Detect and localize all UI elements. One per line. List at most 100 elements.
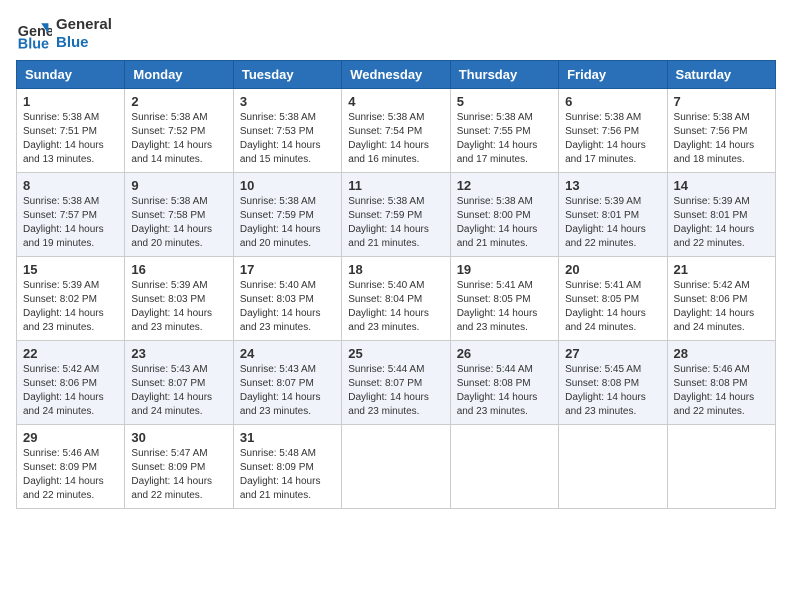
day-number: 1 (23, 94, 118, 109)
day-info: Sunrise: 5:47 AMSunset: 8:09 PMDaylight:… (131, 447, 226, 503)
empty-cell (342, 425, 450, 509)
day-number: 10 (240, 178, 335, 193)
day-header-wednesday: Wednesday (342, 61, 450, 89)
day-cell-17: 17 Sunrise: 5:40 AMSunset: 8:03 PMDayligh… (233, 257, 341, 341)
day-cell-4: 4 Sunrise: 5:38 AMSunset: 7:54 PMDaylight… (342, 89, 450, 173)
calendar-header-row: SundayMondayTuesdayWednesdayThursdayFrid… (17, 61, 776, 89)
day-number: 23 (131, 346, 226, 361)
day-number: 17 (240, 262, 335, 277)
day-number: 26 (457, 346, 552, 361)
day-cell-24: 24 Sunrise: 5:43 AMSunset: 8:07 PMDayligh… (233, 341, 341, 425)
day-cell-2: 2 Sunrise: 5:38 AMSunset: 7:52 PMDaylight… (125, 89, 233, 173)
day-info: Sunrise: 5:39 AMSunset: 8:01 PMDaylight:… (565, 195, 660, 251)
header: General Blue General Blue (16, 16, 776, 52)
day-info: Sunrise: 5:46 AMSunset: 8:08 PMDaylight:… (674, 363, 769, 419)
day-number: 4 (348, 94, 443, 109)
day-cell-13: 13 Sunrise: 5:39 AMSunset: 8:01 PMDayligh… (559, 173, 667, 257)
day-cell-30: 30 Sunrise: 5:47 AMSunset: 8:09 PMDayligh… (125, 425, 233, 509)
day-number: 19 (457, 262, 552, 277)
week-row-0: 1 Sunrise: 5:38 AMSunset: 7:51 PMDaylight… (17, 89, 776, 173)
day-header-friday: Friday (559, 61, 667, 89)
logo-icon: General Blue (16, 16, 52, 52)
day-number: 20 (565, 262, 660, 277)
day-number: 11 (348, 178, 443, 193)
day-number: 3 (240, 94, 335, 109)
day-cell-29: 29Sunrise: 5:46 AMSunset: 8:09 PMDayligh… (17, 425, 125, 509)
day-number: 14 (674, 178, 769, 193)
day-info: Sunrise: 5:39 AMSunset: 8:03 PMDaylight:… (131, 279, 226, 335)
day-cell-3: 3 Sunrise: 5:38 AMSunset: 7:53 PMDaylight… (233, 89, 341, 173)
day-number: 16 (131, 262, 226, 277)
day-cell-18: 18 Sunrise: 5:40 AMSunset: 8:04 PMDayligh… (342, 257, 450, 341)
day-cell-7: 7Sunrise: 5:38 AMSunset: 7:56 PMDaylight… (667, 89, 775, 173)
day-cell-22: 22Sunrise: 5:42 AMSunset: 8:06 PMDayligh… (17, 341, 125, 425)
day-number: 30 (131, 430, 226, 445)
day-info: Sunrise: 5:39 AMSunset: 8:01 PMDaylight:… (674, 195, 769, 251)
day-cell-12: 12 Sunrise: 5:38 AMSunset: 8:00 PMDayligh… (450, 173, 558, 257)
day-number: 15 (23, 262, 118, 277)
day-info: Sunrise: 5:48 AMSunset: 8:09 PMDaylight:… (240, 447, 335, 503)
day-cell-31: 31 Sunrise: 5:48 AMSunset: 8:09 PMDayligh… (233, 425, 341, 509)
day-info: Sunrise: 5:42 AMSunset: 8:06 PMDaylight:… (674, 279, 769, 335)
day-cell-20: 20Sunrise: 5:41 AMSunset: 8:05 PMDayligh… (559, 257, 667, 341)
day-info: Sunrise: 5:43 AMSunset: 8:07 PMDaylight:… (240, 363, 335, 419)
day-cell-26: 26 Sunrise: 5:44 AMSunset: 8:08 PMDayligh… (450, 341, 558, 425)
day-number: 22 (23, 346, 118, 361)
day-number: 27 (565, 346, 660, 361)
day-cell-8: 8Sunrise: 5:38 AMSunset: 7:57 PMDaylight… (17, 173, 125, 257)
week-row-1: 8Sunrise: 5:38 AMSunset: 7:57 PMDaylight… (17, 173, 776, 257)
calendar-body: 1 Sunrise: 5:38 AMSunset: 7:51 PMDaylight… (17, 89, 776, 509)
day-cell-25: 25 Sunrise: 5:44 AMSunset: 8:07 PMDayligh… (342, 341, 450, 425)
day-info: Sunrise: 5:38 AMSunset: 7:59 PMDaylight:… (240, 195, 335, 251)
day-cell-1: 1 Sunrise: 5:38 AMSunset: 7:51 PMDaylight… (17, 89, 125, 173)
day-info: Sunrise: 5:40 AMSunset: 8:04 PMDaylight:… (348, 279, 443, 335)
day-number: 13 (565, 178, 660, 193)
day-number: 6 (565, 94, 660, 109)
day-number: 7 (674, 94, 769, 109)
empty-cell (559, 425, 667, 509)
day-cell-11: 11 Sunrise: 5:38 AMSunset: 7:59 PMDayligh… (342, 173, 450, 257)
day-number: 18 (348, 262, 443, 277)
day-info: Sunrise: 5:44 AMSunset: 8:07 PMDaylight:… (348, 363, 443, 419)
day-info: Sunrise: 5:38 AMSunset: 7:53 PMDaylight:… (240, 111, 335, 167)
empty-cell (450, 425, 558, 509)
day-cell-5: 5Sunrise: 5:38 AMSunset: 7:55 PMDaylight… (450, 89, 558, 173)
day-cell-9: 9 Sunrise: 5:38 AMSunset: 7:58 PMDaylight… (125, 173, 233, 257)
day-number: 12 (457, 178, 552, 193)
day-info: Sunrise: 5:38 AMSunset: 7:58 PMDaylight:… (131, 195, 226, 251)
day-info: Sunrise: 5:44 AMSunset: 8:08 PMDaylight:… (457, 363, 552, 419)
day-number: 29 (23, 430, 118, 445)
day-info: Sunrise: 5:38 AMSunset: 7:52 PMDaylight:… (131, 111, 226, 167)
logo-general: General (56, 16, 112, 34)
day-number: 31 (240, 430, 335, 445)
empty-cell (667, 425, 775, 509)
day-info: Sunrise: 5:38 AMSunset: 7:55 PMDaylight:… (457, 111, 552, 167)
day-info: Sunrise: 5:38 AMSunset: 7:51 PMDaylight:… (23, 111, 118, 167)
day-cell-19: 19 Sunrise: 5:41 AMSunset: 8:05 PMDayligh… (450, 257, 558, 341)
day-info: Sunrise: 5:41 AMSunset: 8:05 PMDaylight:… (457, 279, 552, 335)
day-info: Sunrise: 5:38 AMSunset: 8:00 PMDaylight:… (457, 195, 552, 251)
day-cell-14: 14 Sunrise: 5:39 AMSunset: 8:01 PMDayligh… (667, 173, 775, 257)
day-number: 9 (131, 178, 226, 193)
day-header-saturday: Saturday (667, 61, 775, 89)
day-cell-23: 23Sunrise: 5:43 AMSunset: 8:07 PMDayligh… (125, 341, 233, 425)
day-info: Sunrise: 5:38 AMSunset: 7:59 PMDaylight:… (348, 195, 443, 251)
day-header-thursday: Thursday (450, 61, 558, 89)
day-number: 2 (131, 94, 226, 109)
day-info: Sunrise: 5:38 AMSunset: 7:56 PMDaylight:… (565, 111, 660, 167)
day-info: Sunrise: 5:39 AMSunset: 8:02 PMDaylight:… (23, 279, 118, 335)
day-number: 21 (674, 262, 769, 277)
day-cell-16: 16 Sunrise: 5:39 AMSunset: 8:03 PMDayligh… (125, 257, 233, 341)
week-row-3: 22Sunrise: 5:42 AMSunset: 8:06 PMDayligh… (17, 341, 776, 425)
day-info: Sunrise: 5:38 AMSunset: 7:54 PMDaylight:… (348, 111, 443, 167)
day-number: 24 (240, 346, 335, 361)
day-number: 8 (23, 178, 118, 193)
day-number: 25 (348, 346, 443, 361)
day-cell-27: 27Sunrise: 5:45 AMSunset: 8:08 PMDayligh… (559, 341, 667, 425)
day-cell-28: 28 Sunrise: 5:46 AMSunset: 8:08 PMDayligh… (667, 341, 775, 425)
day-info: Sunrise: 5:40 AMSunset: 8:03 PMDaylight:… (240, 279, 335, 335)
svg-text:Blue: Blue (18, 36, 49, 52)
day-number: 28 (674, 346, 769, 361)
day-header-tuesday: Tuesday (233, 61, 341, 89)
week-row-4: 29Sunrise: 5:46 AMSunset: 8:09 PMDayligh… (17, 425, 776, 509)
